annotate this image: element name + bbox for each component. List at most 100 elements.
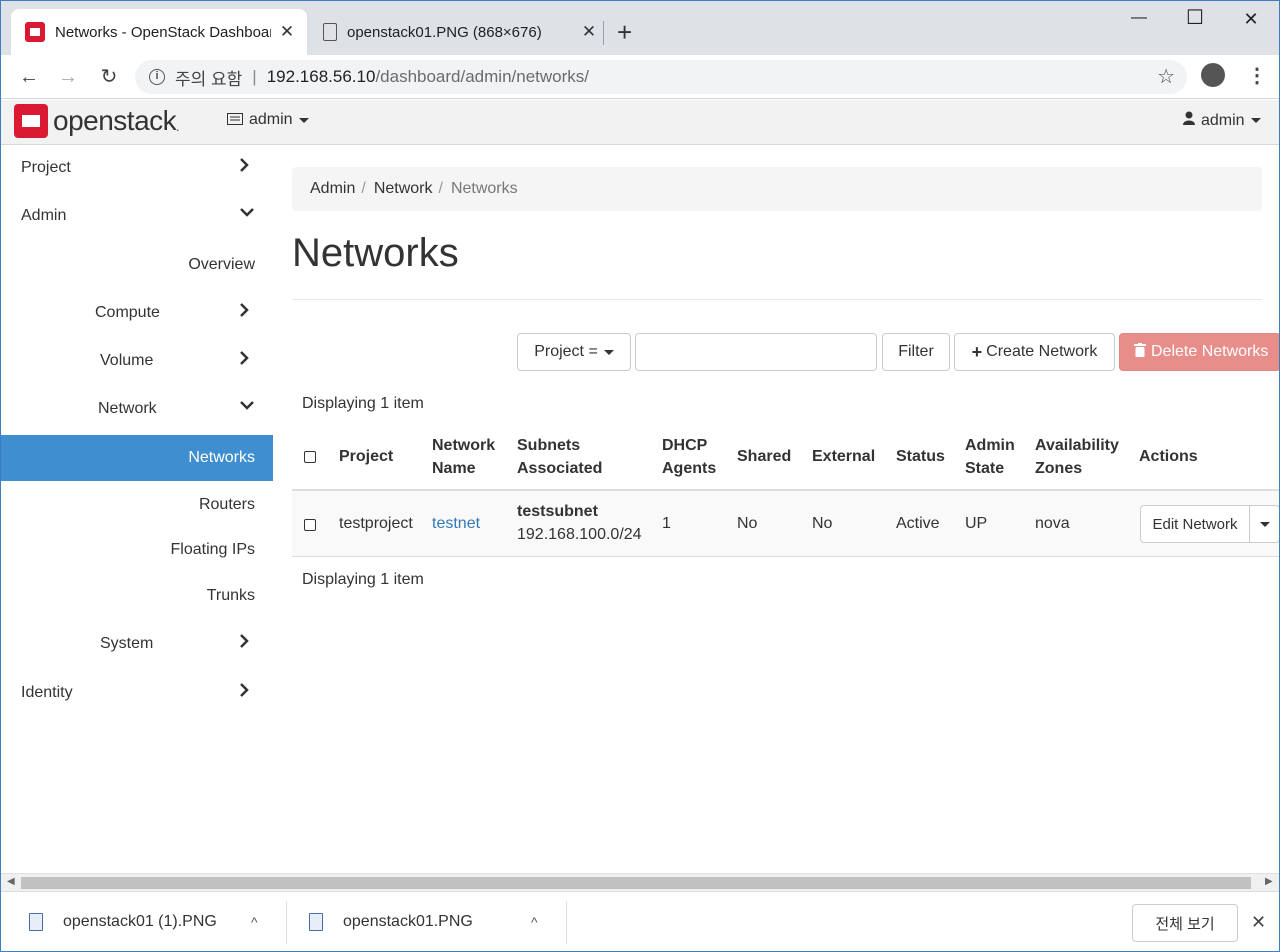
trash-icon (1134, 342, 1146, 362)
brand-name: openstack (53, 105, 177, 136)
chevron-up-icon[interactable]: ^ (531, 914, 538, 930)
user-menu-label: admin (1201, 111, 1245, 129)
profile-avatar-icon[interactable] (1201, 63, 1225, 87)
network-name-link[interactable]: testnet (432, 515, 480, 533)
scrollbar-thumb[interactable] (21, 877, 1251, 889)
sidebar-item-project[interactable]: Project (1, 145, 273, 191)
sidebar-item-label: Floating IPs (170, 541, 255, 558)
column-header-shared[interactable]: Shared (737, 445, 791, 468)
tab-close-icon[interactable]: ✕ (277, 22, 297, 42)
tab-title: openstack01.PNG (868×676) (347, 23, 542, 41)
column-header-admin-state[interactable]: Admin State (965, 434, 1015, 480)
title-divider (292, 299, 1262, 300)
back-button[interactable]: ← (15, 63, 43, 91)
sidebar-item-compute[interactable]: Compute (1, 290, 273, 336)
reload-button[interactable]: ↻ (95, 63, 123, 91)
caret-down-icon (1259, 521, 1270, 527)
column-header-line: Name (432, 460, 476, 477)
plus-icon: + (971, 341, 983, 362)
filter-input[interactable] (635, 333, 877, 371)
info-icon[interactable]: i (149, 69, 165, 85)
cell-subnet-cidr: 192.168.100.0/24 (517, 526, 642, 543)
sidebar-item-admin[interactable]: Admin (1, 193, 273, 239)
security-warning[interactable]: 주의 요함 (175, 65, 242, 90)
cell-dhcp-agents: 1 (662, 515, 671, 532)
delete-networks-button[interactable]: Delete Networks (1119, 333, 1279, 371)
sidebar-item-system[interactable]: System (1, 621, 273, 667)
cell-availability-zones: nova (1035, 515, 1070, 532)
chevron-right-icon (239, 157, 249, 178)
tab-networks[interactable]: Networks - OpenStack Dashboard ✕ (11, 9, 307, 55)
tab-close-icon[interactable]: ✕ (579, 22, 599, 42)
browser-menu-icon[interactable]: ⋮ (1247, 63, 1267, 88)
column-header-external[interactable]: External (812, 445, 875, 468)
column-header-network-name[interactable]: Network Name (432, 434, 495, 480)
scroll-right-icon[interactable]: ▶ (1265, 876, 1273, 887)
column-header-availability-zones[interactable]: Availability Zones (1035, 434, 1119, 480)
window-close-button[interactable]: ✕ (1231, 9, 1271, 30)
sidebar-item-routers[interactable]: Routers (1, 482, 273, 528)
maximize-button[interactable]: ☐ (1175, 5, 1215, 30)
tab-image[interactable]: openstack01.PNG (868×676) ✕ (313, 9, 601, 55)
caret-down-icon (603, 349, 614, 355)
cell-external: No (812, 515, 833, 532)
column-header-status[interactable]: Status (896, 445, 945, 468)
user-icon (1183, 111, 1195, 130)
filter-button[interactable]: Filter (882, 333, 950, 371)
row-actions: Edit Network (1140, 505, 1279, 543)
sidebar-item-overview[interactable]: Overview (1, 242, 273, 288)
new-tab-button[interactable]: + (617, 17, 632, 47)
download-item[interactable]: openstack01.PNG ^ (309, 902, 559, 942)
scroll-left-icon[interactable]: ◀ (7, 876, 15, 887)
page-title: Networks (292, 231, 459, 275)
sidebar-item-identity[interactable]: Identity (1, 670, 273, 716)
address-bar[interactable]: i 주의 요함 | 192.168.56.10/dashboard/admin/… (135, 60, 1187, 94)
image-file-icon (309, 913, 323, 931)
column-header-line: Network (432, 437, 496, 454)
filter-field-select[interactable]: Project = (517, 333, 631, 371)
download-item[interactable]: openstack01 (1).PNG ^ (29, 902, 279, 942)
brand-logo[interactable]: openstack. (14, 104, 179, 138)
minimize-button[interactable]: — (1119, 9, 1159, 27)
chevron-down-icon (239, 205, 255, 223)
sidebar-item-label: Network (98, 400, 157, 417)
app-header: openstack. admin admin (1, 100, 1279, 145)
sidebar-item-trunks[interactable]: Trunks (1, 573, 273, 619)
row-actions-dropdown[interactable] (1250, 505, 1279, 543)
sidebar-item-volume[interactable]: Volume (1, 338, 273, 384)
sidebar-item-floating-ips[interactable]: Floating IPs (1, 527, 273, 573)
item-count-bottom: Displaying 1 item (302, 571, 424, 588)
cell-project: testproject (339, 515, 413, 532)
edit-network-button[interactable]: Edit Network (1140, 505, 1250, 543)
breadcrumb-admin[interactable]: Admin (310, 180, 355, 198)
openstack-logo-icon (14, 104, 48, 138)
column-header-subnets[interactable]: Subnets Associated (517, 434, 602, 480)
column-header-project[interactable]: Project (339, 445, 393, 468)
sidebar-item-networks[interactable]: Networks (1, 435, 273, 481)
column-header-dhcp-agents[interactable]: DHCP Agents (662, 434, 716, 480)
column-header-line: Subnets (517, 437, 581, 454)
sidebar-item-label: System (100, 635, 154, 652)
row-checkbox[interactable] (304, 519, 316, 531)
sidebar-item-label: Trunks (206, 587, 255, 604)
breadcrumb-separator: / (361, 180, 366, 197)
url-host: 192.168.56.10 (266, 67, 376, 86)
chevron-up-icon[interactable]: ^ (251, 914, 258, 930)
forward-button[interactable]: → (54, 63, 82, 91)
close-shelf-icon[interactable]: ✕ (1251, 912, 1266, 933)
user-menu[interactable]: admin (1183, 111, 1261, 130)
column-header-line: Associated (517, 460, 603, 477)
chevron-down-icon (239, 398, 255, 416)
delete-networks-label: Delete Networks (1151, 343, 1269, 360)
breadcrumb-network[interactable]: Network (374, 180, 433, 198)
select-all-checkbox[interactable] (304, 451, 316, 463)
horizontal-scrollbar[interactable]: ◀ ▶ (1, 873, 1279, 891)
create-network-button[interactable]: + Create Network (954, 333, 1115, 371)
sidebar-item-network[interactable]: Network (1, 386, 273, 432)
download-filename: openstack01 (1).PNG (63, 913, 217, 930)
project-selector[interactable]: admin (227, 111, 309, 129)
sidebar-item-label: Compute (95, 304, 160, 321)
bookmark-star-icon[interactable]: ☆ (1157, 64, 1175, 89)
filter-button-label: Filter (898, 343, 934, 360)
show-all-downloads-button[interactable]: 전체 보기 (1132, 904, 1238, 942)
